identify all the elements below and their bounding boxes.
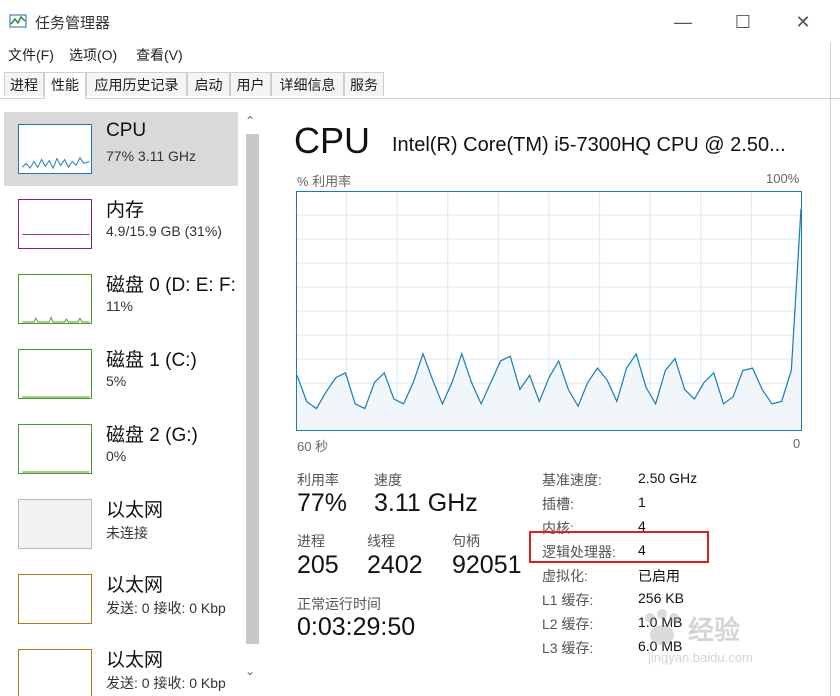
sidebar-item-subtitle: 0% [106,448,127,464]
menu-options[interactable]: 选项(O) [69,45,117,65]
sidebar-item[interactable]: 以太网发送: 0 接收: 0 Kbp [4,637,238,696]
sidebar-item[interactable]: 磁盘 0 (D: E: F: 11% [4,262,238,336]
sidebar-item-subtitle: 77% 3.11 GHz [106,148,197,164]
title-bar: 任务管理器 — ☐ ✕ [0,0,840,42]
sidebar-item-title: 以太网 [106,650,164,671]
sidebar-item[interactable]: 磁盘 2 (G:) 0% [4,412,238,486]
menu-view[interactable]: 查看(V) [136,45,183,65]
sidebar-thumbnail [18,124,92,174]
sidebar-scrollbar[interactable]: ⌃ ⌄ [243,112,261,682]
sidebar-item-title: 内存 [106,200,145,221]
minimize-button[interactable]: — [660,6,706,38]
tab-app-history[interactable]: 应用历史记录 [86,72,187,96]
tab-users[interactable]: 用户 [230,72,271,96]
paw-icon [645,609,679,645]
watermark-text: 经验 [688,615,741,645]
handles-value: 92051 [452,551,522,579]
uptime-value: 0:03:29:50 [297,613,416,641]
scroll-thumb[interactable] [246,134,259,644]
scroll-down-icon[interactable]: ⌄ [245,664,255,678]
close-icon: ✕ [795,11,811,32]
window-border [830,42,831,696]
highlight-annotation [529,531,709,563]
spec-virtualization-label: 虚拟化: [542,568,588,584]
sidebar-item-title: 磁盘 1 (C:) [106,350,197,371]
sidebar-thumbnail [18,574,92,624]
sidebar-item-subtitle: 发送: 0 接收: 0 Kbp [106,675,226,691]
spec-sockets-value: 1 [638,494,646,510]
graph-time-start: 60 秒 [297,439,329,454]
page-title: CPU [294,120,371,161]
scroll-up-icon[interactable]: ⌃ [245,114,255,128]
resource-sidebar: CPU 77% 3.11 GHz 内存 4.9/15.9 GB (31%) 磁盘 0 (… [0,112,262,696]
graph-time-end: 0 [793,436,801,451]
sidebar-item-title: 以太网 [106,500,164,521]
sidebar-item-subtitle: 5% [106,373,127,389]
sidebar-item-subtitle: 11% [106,298,133,314]
spec-sockets-label: 插槽: [542,496,574,512]
sidebar-thumbnail [18,499,92,549]
tab-details[interactable]: 详细信息 [271,72,344,96]
cpu-model-name: Intel(R) Core(TM) i5-7300HQ CPU @ 2.50..… [392,134,786,156]
tab-processes[interactable]: 进程 [4,72,44,96]
minimize-icon: — [674,11,692,32]
cpu-usage-graph [296,191,802,431]
window-title: 任务管理器 [35,15,111,32]
spec-virtualization-value: 已启用 [638,568,680,584]
sidebar-item[interactable]: 以太网发送: 0 接收: 0 Kbp [4,562,238,636]
utilization-label: 利用率 [297,472,339,488]
tab-services[interactable]: 服务 [344,72,384,96]
threads-label: 线程 [367,533,395,549]
watermark: 经验 jingyan.baidu.com [636,606,826,676]
sidebar-list: CPU 77% 3.11 GHz 内存 4.9/15.9 GB (31%) 磁盘 0 (… [0,112,242,696]
sidebar-thumbnail [18,649,92,696]
tab-bar: 进程 性能 应用历史记录 启动 用户 详细信息 服务 [0,70,840,99]
sidebar-item-title: 磁盘 2 (G:) [106,425,198,446]
utilization-value: 77% [297,489,348,517]
sidebar-item[interactable]: CPU 77% 3.11 GHz [4,112,238,186]
sidebar-item-title: CPU [106,120,147,141]
spec-base-speed-value: 2.50 GHz [638,470,698,486]
processes-label: 进程 [297,533,325,549]
sidebar-item[interactable]: 磁盘 1 (C:) 5% [4,337,238,411]
task-manager-icon [9,14,27,28]
uptime-label: 正常运行时间 [297,596,381,612]
sidebar-item[interactable]: 内存 4.9/15.9 GB (31%) [4,187,238,261]
spec-base-speed-label: 基准速度: [542,472,602,488]
speed-value: 3.11 GHz [374,489,478,517]
threads-value: 2402 [367,551,423,579]
sidebar-item-subtitle: 发送: 0 接收: 0 Kbp [106,600,226,616]
menu-file[interactable]: 文件(F) [8,45,54,65]
graph-y-label: % 利用率 [297,174,352,189]
sidebar-item-subtitle: 未连接 [106,525,148,541]
sidebar-item[interactable]: 以太网 未连接 [4,487,238,561]
processes-value: 205 [297,551,339,579]
spec-l3-cache-label: L3 缓存: [542,640,594,656]
sidebar-item-title: 磁盘 0 (D: E: F: [106,275,236,296]
spec-l1-cache-value: 256 KB [638,590,684,606]
spec-l2-cache-label: L2 缓存: [542,616,594,632]
sidebar-thumbnail [18,349,92,399]
menu-bar: 文件(F) 选项(O) 查看(V) [0,42,840,66]
sidebar-thumbnail [18,424,92,474]
watermark-url: jingyan.baidu.com [648,650,753,665]
tab-performance[interactable]: 性能 [44,72,86,99]
sidebar-item-subtitle: 4.9/15.9 GB (31%) [106,223,222,239]
sidebar-thumbnail [18,199,92,249]
sidebar-item-title: 以太网 [106,575,164,596]
maximize-icon: ☐ [734,11,752,32]
maximize-button[interactable]: ☐ [720,6,766,38]
handles-label: 句柄 [452,533,480,549]
tab-startup[interactable]: 启动 [187,72,230,96]
close-button[interactable]: ✕ [780,6,826,38]
spec-l1-cache-label: L1 缓存: [542,592,594,608]
speed-label: 速度 [374,472,402,488]
graph-max-label: 100% [766,171,800,186]
sidebar-thumbnail [18,274,92,324]
